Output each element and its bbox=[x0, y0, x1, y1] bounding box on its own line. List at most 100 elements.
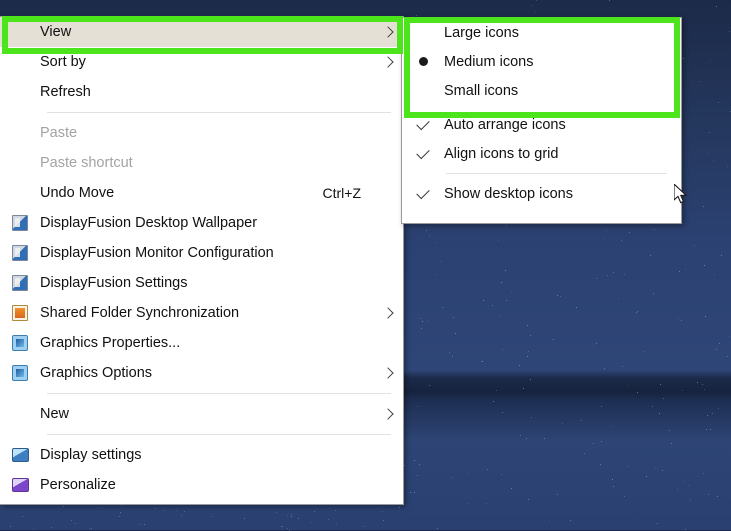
menu-item-icon-slot bbox=[0, 298, 40, 328]
context-menu-item-displayfusion-monitor-configuration[interactable]: DisplayFusion Monitor Configuration bbox=[0, 238, 403, 268]
menu-item-label: Shared Folder Synchronization bbox=[40, 305, 240, 321]
wallpaper-speck bbox=[543, 437, 545, 439]
wallpaper-speck bbox=[497, 239, 499, 241]
displayfusion-icon-glyph bbox=[12, 275, 28, 291]
chevron-right-glyph bbox=[382, 408, 394, 420]
wallpaper-speck bbox=[499, 314, 501, 316]
wallpaper-speck bbox=[486, 469, 488, 471]
wallpaper-speck bbox=[628, 385, 630, 387]
wallpaper-speck bbox=[519, 364, 521, 366]
chevron-right-icon bbox=[373, 56, 403, 68]
wallpaper-speck bbox=[704, 316, 706, 318]
context-menu-item-graphics-options[interactable]: Graphics Options bbox=[0, 358, 403, 388]
wallpaper-speck bbox=[510, 292, 512, 294]
menu-item-icon-slot bbox=[0, 208, 40, 238]
radio-selected-icon bbox=[418, 57, 428, 66]
wallpaper-speck bbox=[595, 278, 597, 280]
wallpaper-speck bbox=[180, 514, 182, 516]
submenu-separator bbox=[446, 173, 667, 174]
submenu-item-label: Align icons to grid bbox=[444, 145, 559, 162]
personalize-monitor-icon bbox=[11, 478, 29, 492]
wallpaper-speck bbox=[493, 401, 495, 403]
context-menu-item-sort-by[interactable]: Sort by bbox=[0, 47, 403, 77]
view-submenu-item-large-icons[interactable]: Large icons bbox=[402, 18, 681, 47]
wallpaper-speck bbox=[624, 273, 626, 275]
context-menu-item-undo-move[interactable]: Undo Move Ctrl+Z bbox=[0, 178, 403, 208]
context-menu-item-display-settings[interactable]: Display settings bbox=[0, 440, 403, 470]
menu-item-icon-slot bbox=[0, 440, 40, 470]
wallpaper-speck bbox=[561, 422, 563, 424]
menu-item-label: Paste bbox=[40, 125, 78, 141]
wallpaper-speck bbox=[504, 269, 506, 271]
wallpaper-speck bbox=[702, 383, 704, 385]
view-submenu-item-small-icons[interactable]: Small icons bbox=[402, 76, 681, 105]
submenu-item-label: Show desktop icons bbox=[444, 185, 573, 202]
context-menu-item-displayfusion-settings[interactable]: DisplayFusion Settings bbox=[0, 268, 403, 298]
wallpaper-speck bbox=[468, 502, 470, 504]
context-menu-item-shared-folder-synchronization[interactable]: Shared Folder Synchronization bbox=[0, 298, 403, 328]
wallpaper-speck bbox=[708, 131, 710, 133]
checkmark-icon bbox=[416, 116, 430, 130]
context-menu-item-personalize[interactable]: Personalize bbox=[0, 470, 403, 500]
view-submenu-item-align-icons-to-grid[interactable]: Align icons to grid bbox=[402, 139, 681, 168]
menu-item-label: Sort by bbox=[40, 54, 86, 70]
wallpaper-speck bbox=[527, 324, 529, 326]
view-submenu-item-auto-arrange-icons[interactable]: Auto arrange icons bbox=[402, 110, 681, 139]
personalize-monitor-icon-glyph bbox=[11, 478, 29, 492]
shared-folder-sync-icon-glyph bbox=[12, 305, 28, 321]
wallpaper-speck bbox=[287, 515, 288, 517]
wallpaper-speck bbox=[328, 519, 330, 521]
wallpaper-speck bbox=[601, 406, 603, 408]
submenu-item-mark-slot bbox=[402, 18, 444, 47]
wallpaper-speck bbox=[416, 14, 418, 16]
view-submenu[interactable]: Large icons Medium icons Small icons Auto a… bbox=[401, 17, 682, 224]
context-menu-item-graphics-properties[interactable]: Graphics Properties... bbox=[0, 328, 403, 358]
wallpaper-speck bbox=[600, 463, 602, 465]
wallpaper-speck bbox=[290, 514, 292, 516]
wallpaper-speck bbox=[610, 426, 612, 428]
wallpaper-speck bbox=[703, 264, 705, 266]
wallpaper-speck bbox=[713, 160, 715, 162]
menu-item-label: View bbox=[40, 24, 72, 40]
wallpaper-speck bbox=[530, 334, 532, 336]
wallpaper-speck bbox=[436, 241, 438, 243]
displayfusion-icon-glyph bbox=[12, 245, 28, 261]
context-menu-item-new[interactable]: New bbox=[0, 399, 403, 429]
menu-item-icon-slot bbox=[0, 358, 40, 388]
wallpaper-speck bbox=[719, 343, 721, 345]
wallpaper-speck bbox=[500, 281, 502, 283]
wallpaper-speck bbox=[637, 391, 639, 393]
chevron-right-icon bbox=[373, 367, 403, 379]
wallpaper-speck bbox=[398, 506, 400, 508]
context-menu-item-paste: Paste bbox=[0, 118, 403, 148]
wallpaper-speck bbox=[710, 429, 712, 431]
graphics-icon-glyph bbox=[12, 365, 28, 381]
wallpaper-speck bbox=[624, 496, 626, 498]
context-menu-item-displayfusion-desktop-wallpaper[interactable]: DisplayFusion Desktop Wallpaper bbox=[0, 208, 403, 238]
context-menu-item-view[interactable]: View bbox=[0, 17, 403, 47]
wallpaper-speck bbox=[534, 10, 536, 12]
wallpaper-speck bbox=[548, 520, 550, 522]
wallpaper-speck bbox=[454, 332, 456, 334]
wallpaper-speck bbox=[535, 0, 537, 2]
wallpaper-speck bbox=[414, 492, 416, 494]
context-menu-item-refresh[interactable]: Refresh bbox=[0, 77, 403, 107]
wallpaper-speck bbox=[212, 515, 214, 517]
view-submenu-item-show-desktop-icons[interactable]: Show desktop icons bbox=[402, 179, 681, 208]
wallpaper-speck bbox=[74, 522, 76, 524]
desktop-context-menu[interactable]: View Sort by Refresh Paste Paste shortcut Und… bbox=[0, 16, 404, 505]
wallpaper-speck bbox=[662, 397, 664, 399]
chevron-right-icon bbox=[373, 408, 403, 420]
chevron-right-glyph bbox=[382, 307, 394, 319]
submenu-item-label: Medium icons bbox=[444, 53, 534, 70]
wallpaper-speck bbox=[654, 467, 656, 469]
wallpaper-speck bbox=[628, 231, 630, 233]
wallpaper-speck bbox=[684, 268, 686, 270]
wallpaper-speck bbox=[436, 527, 438, 529]
wallpaper-speck bbox=[560, 295, 562, 297]
wallpaper-speck bbox=[334, 509, 336, 511]
checkmark-icon bbox=[416, 185, 430, 199]
view-submenu-item-medium-icons[interactable]: Medium icons bbox=[402, 47, 681, 76]
wallpaper-speck bbox=[708, 494, 710, 496]
wallpaper-speck bbox=[637, 311, 639, 313]
